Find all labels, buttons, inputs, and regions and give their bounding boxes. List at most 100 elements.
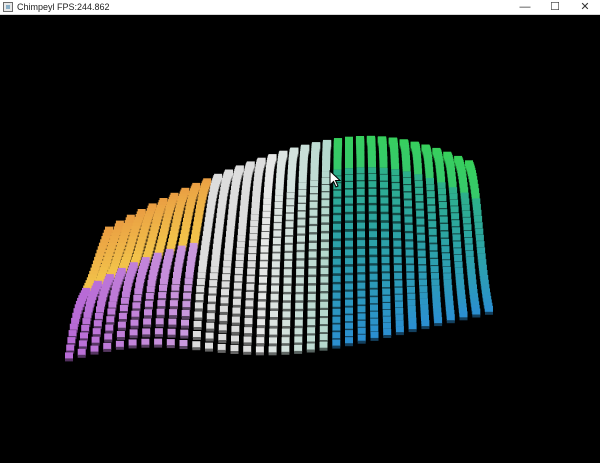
voxel bbox=[465, 250, 474, 258]
voxel bbox=[309, 217, 318, 225]
voxel bbox=[269, 319, 278, 327]
voxel bbox=[81, 324, 90, 332]
voxel bbox=[395, 314, 404, 322]
title-bar[interactable]: Chimpeyl FPS:244.862 — ☐ ✕ bbox=[0, 0, 600, 15]
voxel bbox=[297, 227, 306, 235]
voxel-shadow bbox=[368, 228, 377, 232]
voxel bbox=[270, 293, 279, 301]
voxel bbox=[381, 248, 390, 256]
voxel bbox=[308, 268, 317, 276]
voxel bbox=[284, 236, 293, 244]
voxel bbox=[222, 267, 231, 275]
voxel bbox=[416, 218, 425, 226]
maximize-button[interactable]: ☐ bbox=[540, 0, 570, 14]
voxel bbox=[450, 206, 459, 214]
voxel bbox=[118, 313, 127, 320]
voxel bbox=[431, 279, 440, 287]
render-viewport[interactable] bbox=[0, 15, 600, 463]
voxel bbox=[474, 215, 483, 223]
voxel bbox=[205, 342, 213, 350]
voxel bbox=[356, 213, 365, 221]
voxel bbox=[345, 258, 353, 266]
voxel bbox=[298, 196, 307, 204]
voxel bbox=[462, 210, 471, 218]
voxel bbox=[196, 286, 205, 294]
voxel bbox=[333, 232, 341, 240]
voxel bbox=[392, 223, 401, 231]
voxel bbox=[379, 161, 388, 169]
voxel bbox=[143, 318, 152, 326]
voxel bbox=[296, 269, 305, 276]
voxel-shadow bbox=[345, 264, 353, 268]
voxel bbox=[223, 254, 232, 262]
voxel bbox=[116, 331, 125, 338]
app-icon[interactable] bbox=[3, 2, 13, 12]
voxel bbox=[234, 275, 243, 283]
voxel bbox=[393, 257, 402, 265]
voxel bbox=[429, 236, 438, 244]
voxel bbox=[144, 300, 153, 308]
voxel bbox=[404, 224, 413, 232]
voxel bbox=[147, 280, 156, 287]
voxel bbox=[244, 309, 253, 317]
voxel bbox=[452, 234, 461, 242]
voxel bbox=[332, 300, 341, 308]
voxel bbox=[287, 180, 296, 187]
voxel bbox=[222, 274, 231, 282]
voxel bbox=[273, 230, 282, 238]
voxel bbox=[141, 338, 150, 346]
voxel bbox=[369, 257, 378, 265]
voxel bbox=[94, 312, 103, 320]
voxel bbox=[345, 299, 353, 307]
voxel bbox=[451, 213, 460, 221]
voxel bbox=[345, 337, 353, 345]
voxel bbox=[382, 309, 391, 317]
voxel-shadow bbox=[357, 228, 365, 232]
voxel bbox=[209, 273, 218, 281]
voxel-shadow bbox=[332, 247, 341, 251]
voxel bbox=[274, 195, 283, 203]
voxel-shadow bbox=[205, 338, 214, 342]
voxel-shadow bbox=[434, 323, 443, 327]
voxel-shadow bbox=[116, 337, 125, 340]
voxel bbox=[243, 336, 252, 344]
voxel bbox=[298, 189, 307, 197]
voxel bbox=[194, 302, 203, 310]
voxel bbox=[237, 229, 246, 236]
voxel bbox=[132, 302, 141, 310]
minimize-button[interactable]: — bbox=[510, 0, 540, 14]
voxel-shadow bbox=[281, 351, 290, 355]
voxel bbox=[319, 341, 328, 349]
voxel bbox=[429, 244, 438, 252]
voxel bbox=[391, 175, 400, 183]
voxel bbox=[245, 300, 254, 308]
voxel-shadow bbox=[282, 326, 291, 329]
voxel bbox=[80, 332, 88, 340]
voxel bbox=[393, 240, 402, 248]
voxel-shadow bbox=[356, 211, 365, 215]
voxel bbox=[96, 306, 104, 314]
voxel-shadow bbox=[256, 343, 265, 347]
voxel bbox=[404, 208, 413, 216]
voxel bbox=[321, 192, 330, 200]
voxel-shadow bbox=[319, 347, 328, 351]
voxel bbox=[234, 267, 243, 275]
voxel bbox=[452, 227, 461, 235]
voxel bbox=[443, 273, 452, 281]
voxel bbox=[209, 280, 218, 288]
voxel bbox=[357, 290, 366, 298]
voxel-shadow bbox=[128, 345, 137, 349]
voxel bbox=[286, 199, 295, 207]
voxel bbox=[370, 318, 379, 326]
voxel bbox=[154, 328, 163, 336]
voxel bbox=[415, 187, 424, 195]
close-button[interactable]: ✕ bbox=[570, 0, 600, 14]
voxel bbox=[369, 281, 378, 289]
voxel bbox=[332, 267, 341, 275]
voxel bbox=[218, 324, 227, 332]
voxel bbox=[382, 295, 391, 303]
voxel bbox=[427, 213, 436, 221]
voxel-shadow bbox=[345, 343, 353, 347]
voxel bbox=[144, 309, 152, 317]
voxel bbox=[438, 202, 447, 209]
